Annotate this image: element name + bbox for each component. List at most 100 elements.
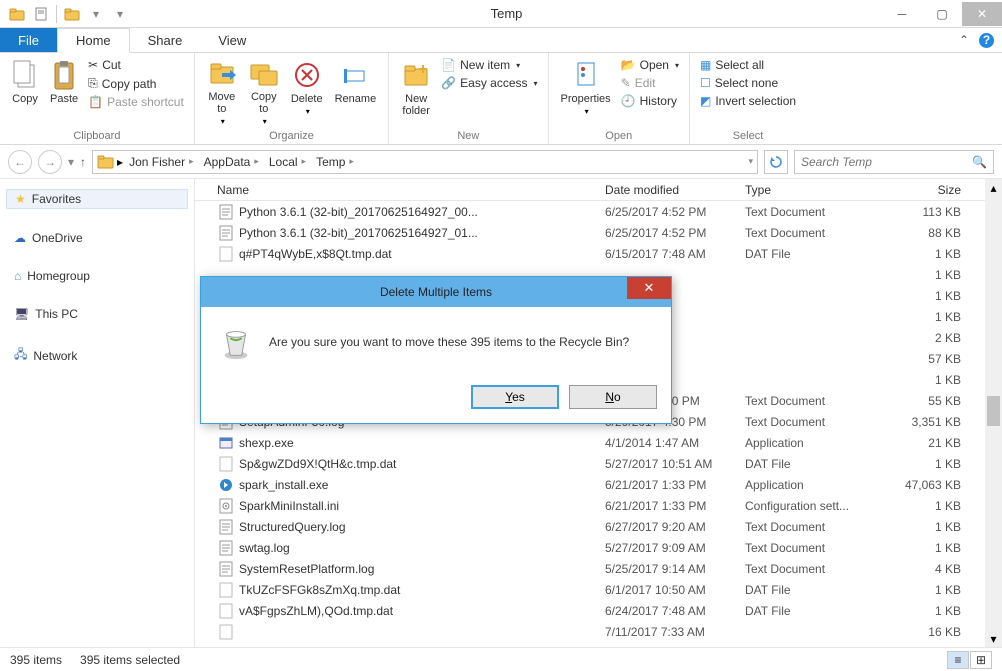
- help-icon[interactable]: ?: [979, 33, 994, 48]
- file-icon: [217, 246, 235, 262]
- shortcut-icon: 📋: [88, 95, 103, 109]
- window-title: Temp: [131, 6, 882, 21]
- table-row[interactable]: Sp&gwZDd9X!QtH&c.tmp.dat 5/27/2017 10:51…: [195, 453, 985, 474]
- refresh-button[interactable]: [764, 150, 788, 174]
- select-all-button[interactable]: ▦Select all: [698, 57, 798, 73]
- table-row[interactable]: swtag.log 5/27/2017 9:09 AM Text Documen…: [195, 537, 985, 558]
- crumb-local[interactable]: Local▸: [265, 155, 310, 169]
- search-box[interactable]: 🔍: [794, 150, 994, 174]
- no-button[interactable]: No: [569, 385, 657, 409]
- up-button[interactable]: ↑: [80, 155, 86, 169]
- title-bar: ▾ ▾ Temp ─ ▢ ✕: [0, 0, 1002, 28]
- easy-access-button[interactable]: 🔗Easy access▾: [439, 75, 539, 91]
- search-input[interactable]: [801, 155, 972, 169]
- table-row[interactable]: vA$FgpsZhLM),QOd.tmp.dat 6/24/2017 7:48 …: [195, 600, 985, 621]
- invert-icon: ◩: [700, 94, 711, 108]
- sidebar-favorites[interactable]: ★Favorites: [6, 189, 188, 209]
- cloud-icon: ☁: [14, 231, 26, 245]
- ribbon-group-organize: Move to▾ Copy to▾ Delete▾ Rename Organiz…: [195, 53, 389, 144]
- column-headers[interactable]: Name Date modified Type Size: [195, 179, 985, 201]
- sidebar-homegroup[interactable]: ⌂Homegroup: [6, 267, 188, 285]
- maximize-button[interactable]: ▢: [922, 2, 962, 26]
- sidebar-network[interactable]: 🖧Network: [6, 343, 188, 368]
- invert-selection-button[interactable]: ◩Invert selection: [698, 93, 798, 109]
- new-item-button[interactable]: 📄New item▾: [439, 57, 539, 73]
- dialog-close-button[interactable]: ✕: [627, 277, 671, 299]
- crumb-appdata[interactable]: AppData▸: [200, 155, 263, 169]
- table-row[interactable]: Python 3.6.1 (32-bit)_20170625164927_00.…: [195, 201, 985, 222]
- edit-button[interactable]: ✎Edit: [619, 75, 681, 91]
- file-icon: [217, 540, 235, 556]
- tab-share[interactable]: Share: [130, 28, 201, 52]
- tab-view[interactable]: View: [200, 28, 264, 52]
- icons-view-button[interactable]: ⊞: [970, 651, 992, 669]
- table-row[interactable]: Python 3.6.1 (32-bit)_20170625164927_01.…: [195, 222, 985, 243]
- crumb-user[interactable]: Jon Fisher▸: [125, 155, 198, 169]
- vertical-scrollbar[interactable]: ▴ ▾: [985, 179, 1002, 647]
- menubar: File Home Share View ⌃ ?: [0, 28, 1002, 53]
- file-rows[interactable]: Python 3.6.1 (32-bit)_20170625164927_00.…: [195, 201, 985, 647]
- selected-count: 395 items selected: [80, 653, 180, 667]
- scroll-up[interactable]: ▴: [985, 179, 1002, 196]
- delete-button[interactable]: Delete▾: [287, 57, 327, 118]
- folder-icon[interactable]: [6, 3, 28, 25]
- file-icon: [217, 204, 235, 220]
- address-dropdown[interactable]: ▾: [748, 156, 753, 167]
- file-icon: [217, 561, 235, 577]
- homegroup-icon: ⌂: [14, 269, 21, 283]
- recent-dropdown[interactable]: ▾: [68, 155, 74, 169]
- copy-path-button[interactable]: ⎘Copy path: [86, 75, 186, 92]
- new-folder-button[interactable]: New folder: [397, 57, 435, 119]
- yes-button[interactable]: Yes: [471, 385, 559, 409]
- rename-button[interactable]: Rename: [331, 57, 381, 107]
- dialog-title: Delete Multiple Items: [380, 285, 492, 299]
- table-row[interactable]: 7/11/2017 7:33 AM 16 KB: [195, 621, 985, 642]
- table-row[interactable]: TkUZcFSFGk8sZmXq.tmp.dat 6/1/2017 10:50 …: [195, 579, 985, 600]
- file-icon: [217, 519, 235, 535]
- close-button[interactable]: ✕: [962, 2, 1002, 26]
- col-name: Name: [217, 183, 605, 197]
- window-controls: ─ ▢ ✕: [882, 2, 1002, 26]
- recycle-bin-icon: [217, 323, 255, 361]
- paste-button[interactable]: Paste: [46, 57, 82, 107]
- copy-to-button[interactable]: Copy to▾: [245, 57, 283, 128]
- open-icon: 📂: [621, 58, 636, 72]
- scroll-down[interactable]: ▾: [985, 630, 1002, 647]
- open-button[interactable]: 📂Open▾: [619, 57, 681, 73]
- history-button[interactable]: 🕘History: [619, 93, 681, 109]
- tab-home[interactable]: Home: [57, 28, 130, 53]
- paste-shortcut-button[interactable]: 📋Paste shortcut: [86, 94, 186, 110]
- select-none-button[interactable]: ☐Select none: [698, 75, 798, 91]
- select-all-icon: ▦: [700, 58, 711, 72]
- sidebar-onedrive[interactable]: ☁OneDrive: [6, 229, 188, 247]
- back-button[interactable]: ←: [8, 150, 32, 174]
- new-folder-icon[interactable]: [61, 3, 83, 25]
- copy-button[interactable]: Copy: [8, 57, 42, 107]
- undo-button[interactable]: ▾: [85, 3, 107, 25]
- crumb-temp[interactable]: Temp▸: [312, 155, 358, 169]
- cut-button[interactable]: ✂Cut: [86, 57, 186, 73]
- search-icon[interactable]: 🔍: [972, 155, 987, 169]
- table-row[interactable]: SystemResetPlatform.log 5/25/2017 9:14 A…: [195, 558, 985, 579]
- table-row[interactable]: spark_install.exe 6/21/2017 1:33 PM Appl…: [195, 474, 985, 495]
- delete-dialog: Delete Multiple Items ✕ Are you sure you…: [200, 276, 672, 424]
- ribbon-collapse-icon[interactable]: ⌃: [959, 33, 969, 47]
- file-icon: [217, 603, 235, 619]
- properties-button[interactable]: Properties▾: [557, 57, 615, 118]
- scroll-thumb[interactable]: [987, 396, 1000, 426]
- table-row[interactable]: SparkMiniInstall.ini 6/21/2017 1:33 PM C…: [195, 495, 985, 516]
- new-item-icon: 📄: [441, 58, 456, 72]
- minimize-button[interactable]: ─: [882, 2, 922, 26]
- forward-button[interactable]: →: [38, 150, 62, 174]
- sidebar-this-pc[interactable]: 🖥This PC: [6, 305, 188, 323]
- breadcrumb[interactable]: ▸ Jon Fisher▸ AppData▸ Local▸ Temp▸ ▾: [92, 150, 758, 174]
- dialog-titlebar[interactable]: Delete Multiple Items ✕: [201, 277, 671, 307]
- properties-icon[interactable]: [30, 3, 52, 25]
- table-row[interactable]: q#PT4qWybE,x$8Qt.tmp.dat 6/15/2017 7:48 …: [195, 243, 985, 264]
- table-row[interactable]: StructuredQuery.log 6/27/2017 9:20 AM Te…: [195, 516, 985, 537]
- table-row[interactable]: shexp.exe 4/1/2014 1:47 AM Application 2…: [195, 432, 985, 453]
- qat-dropdown[interactable]: ▾: [109, 3, 131, 25]
- move-to-button[interactable]: Move to▾: [203, 57, 241, 128]
- details-view-button[interactable]: ≡: [947, 651, 969, 669]
- file-menu[interactable]: File: [0, 28, 57, 52]
